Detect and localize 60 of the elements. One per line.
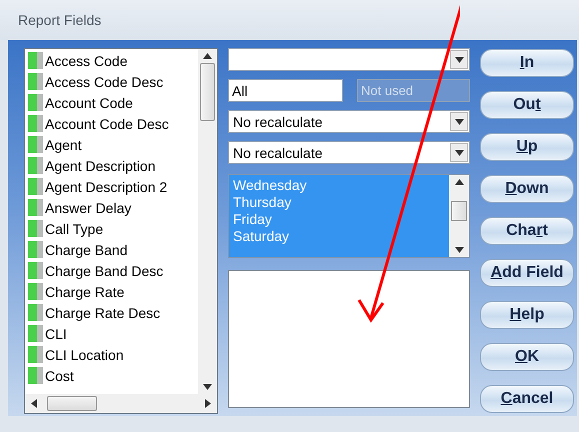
dialog-button[interactable]: Add Field xyxy=(480,259,574,287)
dialog-button[interactable]: In xyxy=(480,49,574,77)
list-item[interactable]: Account Code Desc xyxy=(45,116,169,132)
p-icon xyxy=(28,199,43,216)
field-dropdown[interactable] xyxy=(228,48,470,71)
p-icon xyxy=(28,220,43,237)
scroll-up-icon[interactable] xyxy=(203,53,212,59)
list-item[interactable]: CLI Location xyxy=(45,346,124,362)
p-icon xyxy=(28,178,43,195)
p-icon xyxy=(28,325,43,342)
list-item[interactable]: Charge Band Desc xyxy=(45,262,164,278)
recalculate-dropdown[interactable]: No recalculate xyxy=(228,141,470,164)
list-item[interactable]: Charge Rate Desc xyxy=(45,304,160,320)
scroll-up-icon[interactable] xyxy=(454,179,464,185)
list-item[interactable]: Agent Description 2 xyxy=(45,178,168,194)
window-title: Report Fields xyxy=(18,12,102,28)
scroll-right-icon[interactable] xyxy=(205,399,211,408)
p-icon xyxy=(28,94,43,111)
list-item[interactable]: Access Code Desc xyxy=(45,74,164,90)
dialog-button[interactable]: Chart xyxy=(480,217,574,245)
dropdown-icon[interactable] xyxy=(454,118,464,124)
p-icon xyxy=(28,262,43,279)
p-icon xyxy=(28,157,43,174)
p-icon xyxy=(28,241,43,258)
dialog-button[interactable]: Up xyxy=(480,133,574,161)
list-item[interactable]: Charge Band xyxy=(45,242,128,258)
list-item[interactable]: Access Code xyxy=(45,52,128,68)
recalculate-dropdown[interactable]: No recalculate xyxy=(228,110,470,133)
p-icon xyxy=(28,283,43,300)
dialog-button[interactable]: Out xyxy=(480,91,574,119)
dialog-button[interactable]: OK xyxy=(480,343,574,371)
p-icon xyxy=(28,52,43,69)
list-item[interactable]: Cost xyxy=(45,368,74,384)
list-item[interactable]: Call Type xyxy=(45,220,104,236)
list-item[interactable]: Answer Delay xyxy=(45,200,132,216)
scrollbar-thumb[interactable] xyxy=(47,396,97,411)
dialog-button[interactable]: Cancel xyxy=(480,385,574,413)
p-icon xyxy=(28,346,43,363)
scroll-down-icon[interactable] xyxy=(203,384,212,390)
scrollbar-thumb[interactable] xyxy=(200,63,215,121)
p-icon xyxy=(28,115,43,132)
list-item[interactable]: Charge Rate xyxy=(45,284,124,300)
p-icon xyxy=(28,304,43,321)
p-icon xyxy=(28,367,43,384)
scroll-left-icon[interactable] xyxy=(31,399,37,408)
field-list[interactable] xyxy=(24,48,218,414)
p-icon xyxy=(28,73,43,90)
dropdown-icon[interactable] xyxy=(454,56,464,62)
filter-field[interactable]: All xyxy=(228,79,343,102)
p-icon xyxy=(28,136,43,153)
scroll-down-icon[interactable] xyxy=(454,247,464,253)
list-item[interactable]: Account Code xyxy=(45,94,133,110)
dialog-button[interactable]: Help xyxy=(480,301,574,329)
dialog-button[interactable]: Down xyxy=(480,175,574,203)
scrollbar-thumb[interactable] xyxy=(451,201,467,221)
notes-area[interactable] xyxy=(228,270,470,408)
list-item[interactable]: CLI xyxy=(45,326,67,342)
list-item[interactable]: Agent xyxy=(45,136,82,152)
dropdown-icon[interactable] xyxy=(454,150,464,156)
list-item[interactable]: Agent Description xyxy=(45,158,156,174)
